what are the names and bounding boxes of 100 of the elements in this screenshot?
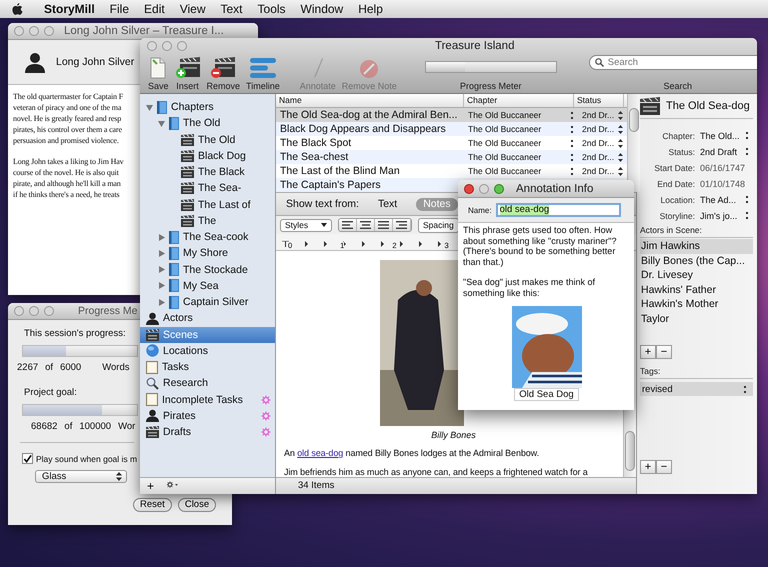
remove-button[interactable]: − [656, 460, 672, 474]
toolbar-button[interactable]: Remove [206, 55, 240, 91]
sidebar-item[interactable]: The Old [140, 115, 275, 132]
sidebar-item[interactable]: Incomplete Tasks [140, 392, 275, 408]
close-button[interactable] [464, 184, 474, 194]
disclosure-triangle-icon[interactable] [158, 234, 165, 241]
updown-arrows-icon[interactable] [570, 152, 574, 162]
sidebar-item[interactable]: The Sea-cook [140, 229, 275, 246]
date-field[interactable]: 06/16/1747 [700, 161, 753, 174]
sidebar-item[interactable]: Black Dog [140, 148, 275, 164]
table-row[interactable]: The Black Spot The Old Buccaneer 2nd Dr... [276, 136, 627, 150]
column-header[interactable]: Chapter [464, 94, 574, 107]
actor-item[interactable]: Hawkin's Mother [640, 297, 753, 312]
styles-dropdown[interactable]: Styles [280, 218, 332, 232]
column-header[interactable]: Name [276, 94, 464, 107]
toolbar-button[interactable]: Save [148, 55, 169, 91]
alignment-control[interactable] [338, 218, 412, 232]
table-row[interactable]: Black Dog Appears and Disappears The Old Buccaneer 2nd Dr... [276, 122, 627, 136]
popup-field[interactable]: 2nd Draft [700, 145, 753, 158]
updown-arrows-icon[interactable] [570, 166, 574, 176]
align-button[interactable] [357, 219, 375, 231]
menu-item[interactable]: View [180, 2, 206, 16]
actor-item[interactable]: Hawkins' Father [640, 282, 753, 297]
dialog-button[interactable]: Reset [133, 498, 172, 512]
sidebar-item[interactable]: My Shore [140, 245, 275, 262]
align-button[interactable] [339, 219, 357, 231]
toolbar-button[interactable]: Insert [174, 55, 201, 91]
apple-icon[interactable] [12, 2, 23, 16]
chapter-cell-text: The Old Buccaneer [467, 124, 542, 134]
sidebar-item[interactable]: The [140, 212, 275, 229]
disclosure-triangle-icon[interactable] [158, 266, 165, 274]
search-field[interactable]: Search [588, 55, 757, 70]
align-button[interactable] [393, 219, 411, 231]
add-button[interactable]: + [640, 460, 656, 474]
popup-field[interactable]: The Ad... [700, 193, 753, 206]
menu-item[interactable]: Text [220, 2, 243, 16]
name-field[interactable]: old sea-dog [496, 203, 621, 217]
table-row[interactable]: The Last of the Blind Man The Old Buccaneer 2nd Dr... [276, 164, 627, 178]
updown-arrows-icon[interactable] [618, 124, 623, 134]
menu-item[interactable]: File [110, 2, 130, 16]
sidebar-item[interactable]: The Black [140, 164, 275, 180]
mode-tab[interactable]: Text [370, 198, 404, 210]
date-field[interactable]: 01/10/1748 [700, 177, 753, 190]
annotation-link[interactable]: old sea-dog [297, 448, 344, 458]
chapter-cell-text: The Old Buccaneer [467, 152, 542, 162]
actor-item[interactable]: Billy Bones (the Cap... [640, 254, 753, 268]
add-button[interactable]: + [640, 345, 656, 359]
disclosure-triangle-icon[interactable] [158, 298, 165, 306]
sidebar-item[interactable]: Locations [140, 342, 275, 359]
menu-item[interactable]: Window [300, 2, 344, 16]
caret-icon [321, 223, 327, 227]
updown-arrows-icon[interactable] [570, 138, 574, 148]
body-paragraph: An old sea-dog named Billy Bones lodges at the Admiral Benbow. [284, 448, 540, 459]
updown-arrows-icon[interactable] [618, 152, 623, 162]
add-button[interactable]: + [144, 479, 158, 493]
popup-field[interactable]: Jim's jo... [700, 209, 753, 222]
sound-dropdown[interactable]: Glass [35, 470, 127, 483]
updown-arrows-icon[interactable] [618, 166, 623, 176]
app-menu[interactable]: StoryMill [44, 2, 95, 16]
sidebar-item[interactable]: Pirates [140, 408, 275, 424]
sidebar-item[interactable]: Research [140, 375, 275, 392]
table-row[interactable]: The Old Sea-dog at the Admiral Ben... The Old Buccaneer 2nd Dr... [276, 108, 627, 122]
sidebar-item[interactable]: Tasks [140, 359, 275, 376]
dialog-button[interactable]: Close [178, 498, 216, 512]
sidebar-item[interactable]: Chapters [140, 99, 275, 116]
disclosure-triangle-icon[interactable] [146, 104, 153, 111]
updown-arrows-icon[interactable] [618, 138, 623, 148]
zoom-button[interactable] [494, 184, 504, 194]
menu-item[interactable]: Edit [144, 2, 165, 16]
updown-arrows-icon[interactable] [570, 124, 574, 134]
popup-field[interactable]: The Old... [700, 129, 753, 142]
updown-arrows-icon[interactable] [570, 110, 574, 120]
remove-button[interactable]: − [656, 345, 672, 359]
column-header[interactable]: Status [574, 94, 624, 107]
align-button[interactable] [375, 219, 393, 231]
disclosure-triangle-icon[interactable] [158, 282, 165, 290]
book-icon [169, 279, 179, 292]
updown-arrows-icon[interactable] [618, 110, 623, 120]
toolbar-button[interactable]: Timeline [246, 55, 280, 91]
menu-item[interactable]: Help [358, 2, 383, 16]
table-row[interactable]: The Sea-chest The Old Buccaneer 2nd Dr... [276, 150, 627, 164]
sidebar-item[interactable]: The Stockade [140, 262, 275, 278]
disclosure-triangle-icon[interactable] [158, 250, 165, 257]
menu-item[interactable]: Tools [258, 2, 286, 16]
disclosure-triangle-icon[interactable] [158, 120, 165, 127]
sidebar-item[interactable]: The Old [140, 132, 275, 148]
scrollbar[interactable] [627, 94, 640, 192]
sidebar-item[interactable]: My Sea [140, 278, 275, 294]
sidebar-item[interactable]: The Sea- [140, 180, 275, 196]
spacing-dropdown[interactable]: Spacing [418, 218, 459, 232]
search-label: Search [664, 81, 692, 91]
tag-dropdown[interactable]: revised [640, 382, 753, 396]
actor-item[interactable]: Jim Hawkins [640, 239, 753, 254]
sidebar-item[interactable]: Captain Silver [140, 294, 275, 310]
actor-item[interactable]: Taylor [640, 312, 753, 326]
sidebar-item[interactable]: Drafts [140, 424, 275, 440]
actor-item[interactable]: Dr. Livesey [640, 268, 753, 282]
sidebar-item[interactable]: Actors [140, 310, 275, 326]
checkbox[interactable] [22, 453, 33, 464]
sidebar-item[interactable]: The Last of [140, 196, 275, 213]
